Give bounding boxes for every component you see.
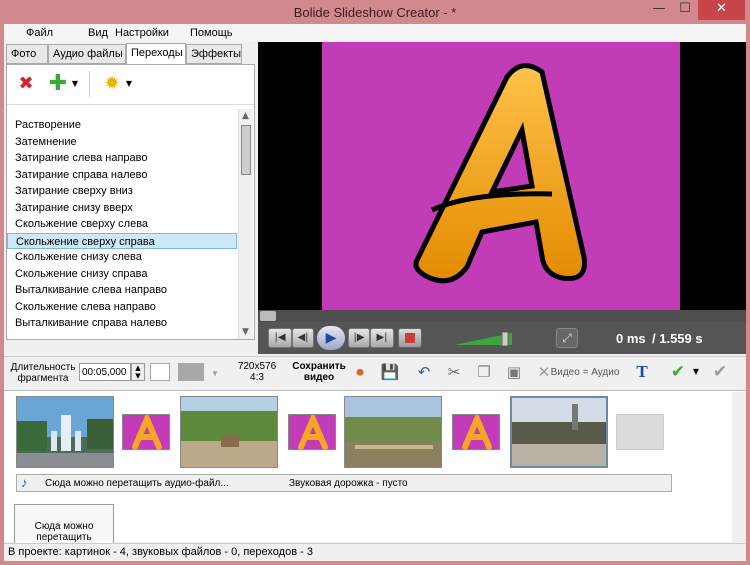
music-note-icon: ♪ (21, 475, 28, 490)
slide-thumbnail-selected[interactable] (510, 396, 608, 468)
next-frame-button[interactable]: |▶ (348, 328, 370, 348)
cut-icon[interactable]: ✂ (444, 362, 464, 382)
transition-thumbnail[interactable] (122, 411, 170, 450)
duration-label: Длительность фрагмента (10, 362, 76, 384)
prev-frame-button[interactable]: ◀| (292, 328, 314, 348)
text-icon[interactable]: T (632, 362, 652, 382)
aspect-text: 4:3 (250, 372, 264, 383)
save-icon[interactable]: 💾 (380, 362, 400, 382)
menu-view[interactable]: Вид (88, 27, 108, 39)
paste-icon[interactable]: ▣ (504, 362, 524, 382)
volume-slider[interactable] (454, 332, 512, 346)
stop-button[interactable] (398, 328, 422, 348)
maximize-button[interactable]: ☐ (672, 0, 698, 20)
scroll-up-icon[interactable]: ▲ (242, 111, 249, 121)
list-item[interactable]: Затемнение (7, 134, 237, 151)
close-button[interactable]: ✕ (698, 0, 745, 20)
record-icon[interactable]: ⏺ (350, 362, 370, 382)
total-time: / 1.559 s (652, 331, 703, 346)
empty-transition-slot[interactable] (616, 414, 664, 450)
list-item[interactable]: Затирание слева направо (7, 150, 237, 167)
park-image (181, 397, 277, 467)
letter-a-image (413, 63, 588, 284)
list-item[interactable]: Затирание снизу вверх (7, 200, 237, 217)
fullscreen-icon[interactable]: ⤢ (556, 328, 578, 348)
effect-dropdown-icon[interactable]: ▼ (123, 73, 135, 95)
transition-thumbnail[interactable] (288, 411, 336, 450)
color-dropdown-icon[interactable]: ▼ (210, 368, 220, 379)
tab-photo[interactable]: Фото (6, 44, 48, 64)
resolution-label[interactable]: 720x576 4:3 (232, 361, 282, 383)
list-item-selected[interactable]: Скольжение сверху справа (7, 232, 237, 249)
list-item[interactable]: Растворение (7, 117, 237, 134)
play-button[interactable]: ▶ (316, 325, 346, 351)
bg-color-swatch[interactable] (150, 363, 170, 381)
tab-effects[interactable]: Эффекты (186, 44, 242, 64)
duration-spinner[interactable]: ▲ ▼ (131, 363, 145, 381)
list-item[interactable]: Затирание сверху вниз (7, 183, 237, 200)
copy-icon[interactable]: ❐ (474, 362, 494, 382)
transition-thumbnail[interactable] (452, 411, 500, 450)
slide-thumbnail[interactable] (180, 396, 278, 468)
list-item[interactable]: Скольжение слева направо (7, 299, 237, 316)
fill-color-swatch[interactable] (178, 363, 204, 381)
menu-settings[interactable]: Настройки (115, 27, 169, 39)
scroll-down-icon[interactable]: ▼ (242, 327, 249, 337)
seek-knob[interactable] (260, 311, 276, 321)
transitions-list: Растворение Затемнение Затирание слева н… (7, 117, 237, 332)
list-item[interactable]: Выталкивание слева направо (7, 282, 237, 299)
slide-thumbnail[interactable] (16, 396, 114, 468)
menu-bar: Файл Вид Настройки Помощь (4, 24, 746, 42)
status-bar: В проекте: картинок - 4, звуковых файлов… (4, 543, 746, 561)
list-item[interactable]: Скольжение сверху слева (7, 216, 237, 233)
transition-a-icon (298, 411, 328, 450)
scroll-thumb[interactable] (241, 125, 251, 175)
transition-a-icon (462, 411, 492, 450)
transitions-panel: ✖ ✚ ▼ ✹ ▼ Растворение Затемнение Затиран… (6, 64, 255, 340)
image-drop-zone[interactable]: Сюда можно перетащить (14, 504, 114, 544)
tab-audio[interactable]: Аудио файлы (48, 44, 126, 64)
delete-icon[interactable]: ✖ (15, 73, 37, 95)
video-audio-button[interactable]: Видео = Аудио (548, 367, 622, 378)
go-start-button[interactable]: |◀ (268, 328, 292, 348)
toolbar-divider (89, 71, 90, 97)
slide-preview (322, 42, 680, 310)
list-item[interactable]: Скольжение снизу слева (7, 249, 237, 266)
transition-a-icon (132, 411, 162, 450)
list-item[interactable]: Выталкивание справа налево (7, 315, 237, 332)
add-icon[interactable]: ✚ (47, 73, 69, 95)
duration-input[interactable]: 00:05,000 (79, 363, 131, 381)
go-end-button[interactable]: ▶| (370, 328, 394, 348)
current-time: 0 ms (616, 331, 646, 346)
fountain-image (17, 397, 113, 467)
garden-image (345, 397, 441, 467)
square-image (512, 398, 606, 466)
audio-track-status: Звуковая дорожка - пусто (289, 478, 408, 489)
timeline-scrollbar[interactable] (732, 392, 746, 542)
list-scrollbar[interactable]: ▲ ▼ (238, 109, 253, 339)
effect-star-icon[interactable]: ✹ (101, 73, 123, 95)
save-video-label[interactable]: Сохранить видео (290, 361, 348, 383)
transitions-toolbar: ✖ ✚ ▼ ✹ ▼ (7, 65, 254, 105)
tab-transitions[interactable]: Переходы (126, 43, 186, 65)
add-dropdown-icon[interactable]: ▼ (69, 73, 81, 95)
list-item[interactable]: Затирание справа налево (7, 167, 237, 184)
menu-file[interactable]: Файл (26, 27, 53, 39)
apply-check-icon[interactable]: ✔ (668, 362, 688, 382)
seek-bar[interactable] (258, 310, 746, 322)
apply-dropdown-icon[interactable]: ▼ (690, 362, 702, 382)
slide-thumbnail[interactable] (344, 396, 442, 468)
title-bar: Bolide Slideshow Creator - * — ☐ ✕ (0, 0, 750, 24)
resolution-text: 720x576 (237, 361, 277, 372)
audio-track[interactable]: ♪ Сюда можно перетащить аудио-файл... Зв… (16, 474, 672, 492)
window-title: Bolide Slideshow Creator - * (293, 5, 457, 20)
audio-drop-hint: Сюда можно перетащить аудио-файл... (45, 478, 229, 489)
list-item[interactable]: Скольжение снизу справа (7, 266, 237, 283)
menu-help[interactable]: Помощь (190, 27, 233, 39)
apply-all-icon[interactable]: ✔ (710, 362, 730, 382)
undo-icon[interactable]: ↶ (414, 362, 434, 382)
minimize-button[interactable]: — (646, 0, 672, 20)
